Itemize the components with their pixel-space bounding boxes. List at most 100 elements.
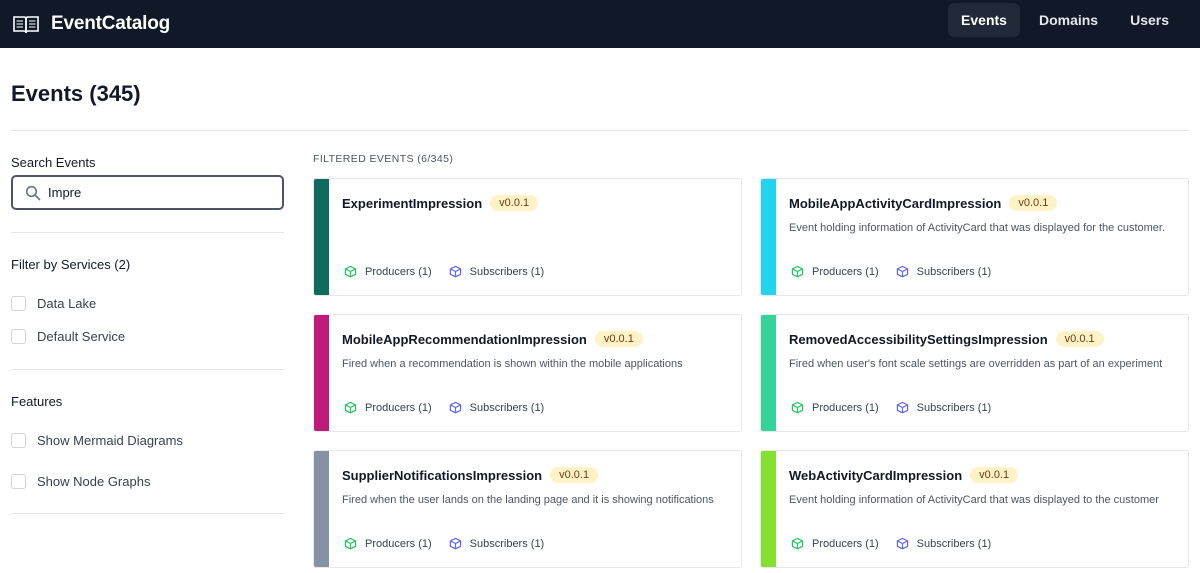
card-footer: Producers (1) Subscribers (1)	[344, 265, 561, 278]
cube-icon	[791, 401, 812, 414]
search-box[interactable]	[11, 175, 284, 210]
cube-icon	[344, 401, 365, 414]
event-name[interactable]: RemovedAccessibilitySettingsImpression	[789, 332, 1048, 347]
card-header: WebActivityCardImpression v0.0.1	[789, 467, 1019, 483]
checkbox-label: Show Mermaid Diagrams	[37, 433, 183, 448]
producers-count: Producers (1)	[365, 401, 432, 414]
cube-icon	[449, 401, 470, 414]
features-title: Features	[11, 394, 63, 409]
version-badge: v0.0.1	[1055, 331, 1104, 347]
producers-link[interactable]: Producers (1)	[791, 401, 879, 414]
cube-icon	[896, 401, 917, 414]
producers-count: Producers (1)	[812, 265, 879, 278]
sidebar-divider	[11, 232, 284, 233]
title-divider	[11, 130, 1189, 131]
version-badge: v0.0.1	[970, 467, 1019, 483]
event-card[interactable]: SupplierNotificationsImpression v0.0.1 Fir…	[313, 450, 742, 568]
event-card[interactable]: RemovedAccessibilitySettingsImpression v0…	[760, 314, 1189, 432]
cube-icon	[896, 265, 917, 278]
event-name[interactable]: SupplierNotificationsImpression	[342, 468, 542, 483]
event-name[interactable]: ExperimentImpression	[342, 196, 482, 211]
app-name: EventCatalog	[51, 13, 171, 34]
producers-link[interactable]: Producers (1)	[344, 401, 432, 414]
card-footer: Producers (1) Subscribers (1)	[791, 265, 1008, 278]
version-badge: v0.0.1	[490, 195, 539, 211]
event-description: Event holding information of ActivityCar…	[789, 494, 1159, 506]
checkbox[interactable]	[11, 296, 26, 311]
sidebar-divider	[11, 513, 284, 514]
version-badge: v0.0.1	[594, 331, 643, 347]
event-description: Fired when user's font scale settings ar…	[789, 358, 1163, 370]
card-header: ExperimentImpression v0.0.1	[342, 195, 539, 211]
subscribers-count: Subscribers (1)	[916, 401, 992, 414]
subscribers-link[interactable]: Subscribers (1)	[449, 401, 545, 414]
version-badge: v0.0.1	[1009, 195, 1058, 211]
producers-link[interactable]: Producers (1)	[344, 537, 432, 550]
card-header: MobileAppRecommendationImpression v0.0.1	[342, 331, 643, 347]
version-badge: v0.0.1	[550, 467, 599, 483]
event-name[interactable]: MobileAppRecommendationImpression	[342, 332, 587, 347]
event-description: Event holding information of ActivityCar…	[789, 222, 1166, 234]
service-option-data-lake[interactable]: Data Lake	[11, 296, 96, 311]
service-option-default-service[interactable]: Default Service	[11, 329, 125, 344]
checkbox[interactable]	[11, 433, 26, 448]
event-name[interactable]: WebActivityCardImpression	[789, 468, 962, 483]
event-card[interactable]: WebActivityCardImpression v0.0.1 Event hol…	[760, 450, 1189, 568]
card-footer: Producers (1) Subscribers (1)	[791, 401, 1008, 414]
checkbox[interactable]	[11, 329, 26, 344]
subscribers-link[interactable]: Subscribers (1)	[449, 537, 545, 550]
subscribers-link[interactable]: Subscribers (1)	[896, 537, 992, 550]
producers-count: Producers (1)	[812, 401, 879, 414]
checkbox-label: Default Service	[37, 329, 126, 344]
cube-icon	[791, 265, 812, 278]
card-color-bar	[761, 451, 776, 567]
cube-icon	[791, 537, 812, 550]
feature-option-node-graphs[interactable]: Show Node Graphs	[11, 474, 150, 489]
book-icon	[13, 16, 39, 34]
producers-link[interactable]: Producers (1)	[344, 265, 432, 278]
producers-count: Producers (1)	[365, 537, 432, 550]
checkbox[interactable]	[11, 474, 26, 489]
subscribers-link[interactable]: Subscribers (1)	[449, 265, 544, 278]
cube-icon	[449, 265, 470, 278]
card-footer: Producers (1) Subscribers (1)	[791, 537, 1008, 550]
card-footer: Producers (1) Subscribers (1)	[344, 537, 561, 550]
main-nav: Events Domains Users	[948, 3, 1182, 37]
subscribers-count: Subscribers (1)	[916, 265, 992, 278]
subscribers-link[interactable]: Subscribers (1)	[896, 265, 992, 278]
producers-link[interactable]: Producers (1)	[791, 537, 879, 550]
producers-count: Producers (1)	[365, 265, 432, 278]
card-header: RemovedAccessibilitySettingsImpression v0…	[789, 331, 1104, 347]
services-filter-title: Filter by Services (2)	[11, 257, 131, 272]
card-color-bar	[761, 179, 776, 295]
card-color-bar	[314, 451, 329, 567]
subscribers-count: Subscribers (1)	[469, 401, 545, 414]
card-color-bar	[314, 315, 329, 431]
nav-users[interactable]: Users	[1117, 3, 1182, 37]
event-card[interactable]: MobileAppRecommendationImpression v0.0.1 F…	[313, 314, 742, 432]
page-title: Events (345)	[11, 81, 141, 106]
feature-option-mermaid[interactable]: Show Mermaid Diagrams	[11, 433, 183, 448]
event-card[interactable]: MobileAppActivityCardImpression v0.0.1 Eve…	[760, 178, 1189, 296]
cube-icon	[449, 537, 470, 550]
search-input[interactable]	[48, 185, 268, 200]
card-color-bar	[761, 315, 776, 431]
card-header: SupplierNotificationsImpression v0.0.1	[342, 467, 599, 483]
event-name[interactable]: MobileAppActivityCardImpression	[789, 196, 1001, 211]
subscribers-link[interactable]: Subscribers (1)	[896, 401, 992, 414]
subscribers-count: Subscribers (1)	[916, 537, 992, 550]
card-footer: Producers (1) Subscribers (1)	[344, 401, 561, 414]
brand-link[interactable]: EventCatalog	[12, 13, 170, 35]
sidebar-divider	[11, 369, 284, 370]
search-label: Search Events	[11, 155, 96, 170]
nav-events[interactable]: Events	[948, 3, 1020, 37]
producers-link[interactable]: Producers (1)	[791, 265, 879, 278]
event-description: Fired when a recommendation is shown wit…	[342, 358, 683, 370]
card-header: MobileAppActivityCardImpression v0.0.1	[789, 195, 1058, 211]
event-description: Fired when the user lands on the landing…	[342, 494, 714, 506]
nav-domains[interactable]: Domains	[1026, 3, 1111, 37]
subscribers-count: Subscribers (1)	[469, 537, 545, 550]
producers-count: Producers (1)	[812, 537, 879, 550]
event-card[interactable]: ExperimentImpression v0.0.1 Producers (1) S…	[313, 178, 742, 296]
checkbox-label: Data Lake	[37, 296, 97, 311]
